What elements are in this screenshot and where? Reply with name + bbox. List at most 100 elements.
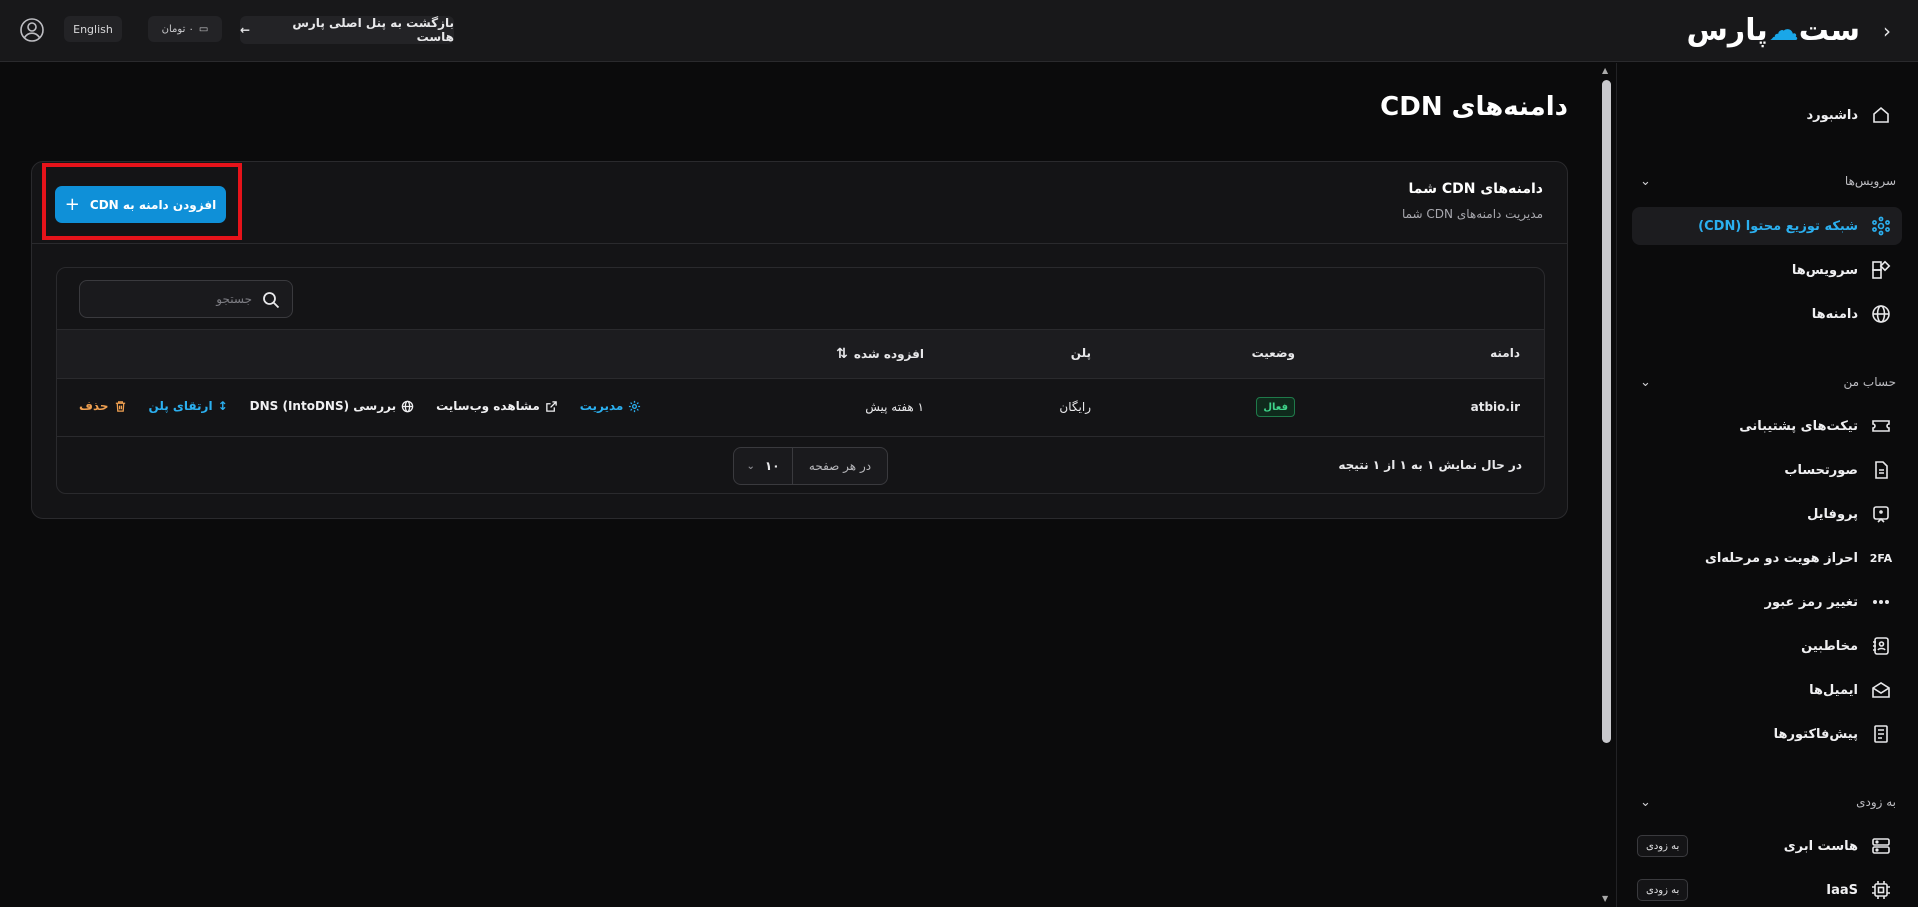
- table-footer: در حال نمایش ۱ به ۱ از ۱ نتیجه در هر صفح…: [57, 437, 1544, 493]
- sidebar-item-label: پروفایل: [1807, 506, 1858, 522]
- cell-added: ۱ هفته پیش: [865, 400, 924, 414]
- per-page-number: ۱۰: [764, 459, 780, 473]
- cdn-icon: [1870, 215, 1892, 237]
- column-header-domain[interactable]: دامنه: [1490, 346, 1520, 360]
- sidebar-item-contacts[interactable]: مخاطبین: [1632, 627, 1902, 665]
- cloud-icon: ☁: [1768, 12, 1799, 48]
- cell-domain[interactable]: atbio.ir: [1471, 400, 1520, 414]
- logo-text-main: پارس: [1686, 12, 1769, 48]
- sidebar-item-invoices[interactable]: صورتحساب: [1632, 451, 1902, 489]
- sidebar-item-tickets[interactable]: تیکت‌های پشتیبانی: [1632, 407, 1902, 445]
- home-icon: [1870, 104, 1892, 126]
- proforma-icon: [1870, 723, 1892, 745]
- chevron-down-icon: ⌄: [746, 460, 755, 472]
- top-bar: › پارس ☁ ست بازگشت به پنل اصلی پارس هاست ←…: [0, 0, 1918, 62]
- sidebar-item-cdn[interactable]: شبکه توزیع محتوا (CDN): [1632, 207, 1902, 245]
- logo[interactable]: پارس ☁ ست: [1686, 10, 1861, 50]
- manage-label: مدیریت: [579, 399, 624, 413]
- search-icon: [263, 292, 280, 309]
- highlight-annotation-box: [42, 163, 242, 240]
- sidebar-item-profile[interactable]: پروفایل: [1632, 495, 1902, 533]
- table-header: دامنه وضعیت پلن افزوده شده ⇅: [57, 329, 1544, 379]
- arrow-left-icon: ←: [240, 23, 251, 37]
- section-label: به زودی: [1856, 795, 1896, 809]
- results-summary: در حال نمایش ۱ به ۱ از ۱ نتیجه: [1338, 458, 1522, 472]
- language-switch-button[interactable]: English: [64, 16, 122, 42]
- sidebar-item-label: دامنه‌ها: [1811, 306, 1858, 322]
- user-account-icon[interactable]: [19, 17, 45, 43]
- invoice-icon: [1870, 459, 1892, 481]
- sidebar-item-label: پیش‌فاکتورها: [1773, 726, 1858, 742]
- column-header-added-label: افزوده شده: [853, 347, 924, 361]
- coming-soon-badge: به زودی: [1637, 879, 1689, 901]
- updown-arrow-icon: ↕: [217, 399, 228, 413]
- sort-icon[interactable]: ⇅: [836, 346, 848, 362]
- sidebar-item-label: داشبورد: [1806, 107, 1858, 123]
- password-icon: [1870, 591, 1892, 613]
- scrollbar-thumb[interactable]: [1602, 80, 1611, 743]
- sidebar-item-change-password[interactable]: تغییر رمز عبور: [1632, 583, 1902, 621]
- delete-link[interactable]: حذف: [79, 399, 127, 413]
- sidebar-item-emails[interactable]: ایمیل‌ها: [1632, 671, 1902, 709]
- gear-icon: [629, 400, 641, 412]
- scroll-up-arrow-icon[interactable]: ▲: [1602, 66, 1608, 75]
- sidebar-item-label: شبکه توزیع محتوا (CDN): [1698, 218, 1858, 234]
- sidebar-item-dashboard[interactable]: داشبورد: [1632, 96, 1902, 134]
- section-header-soon[interactable]: به زودی ⌄: [1634, 790, 1896, 814]
- card-header: دامنه‌های CDN شما مدیریت دامنه‌های CDN ش…: [32, 162, 1567, 244]
- sidebar-item-label: ایمیل‌ها: [1809, 682, 1858, 698]
- view-website-link[interactable]: مشاهده وب‌سایت: [436, 399, 558, 413]
- back-to-main-panel-button[interactable]: بازگشت به پنل اصلی پارس هاست ←: [240, 16, 454, 44]
- sidebar-item-services[interactable]: سرویس‌ها: [1632, 251, 1902, 289]
- logo-text-tail: ست: [1798, 12, 1861, 48]
- sidebar-item-proforma[interactable]: پیش‌فاکتورها: [1632, 715, 1902, 753]
- domains-table: جستجو دامنه وضعیت پلن افزوده شده ⇅ atbio…: [56, 267, 1545, 494]
- page-title: دامنه‌های CDN: [1380, 92, 1568, 122]
- sidebar-item-domains[interactable]: دامنه‌ها: [1632, 295, 1902, 333]
- contacts-icon: [1870, 635, 1892, 657]
- 2fa-icon: 2FA: [1869, 551, 1893, 565]
- section-label: سرویس‌ها: [1844, 174, 1896, 188]
- scroll-down-arrow-icon[interactable]: ▼: [1602, 894, 1608, 903]
- dns-check-label: بررسی DNS (IntoDNS): [249, 399, 397, 413]
- wallet-icon: ▭: [198, 23, 209, 35]
- per-page-label: در هر صفحه: [792, 448, 887, 484]
- column-header-status[interactable]: وضعیت: [1252, 346, 1295, 360]
- sidebar-item-label: تغییر رمز عبور: [1764, 594, 1858, 610]
- column-header-plan[interactable]: پلن: [1071, 346, 1091, 360]
- server-icon: [1870, 835, 1892, 857]
- sidebar-item-label: احراز هویت دو مرحله‌ای: [1704, 550, 1858, 566]
- services-icon: [1870, 259, 1892, 281]
- search-placeholder: جستجو: [216, 292, 252, 306]
- sidebar-item-label: مخاطبین: [1801, 638, 1858, 654]
- coming-soon-badge: به زودی: [1637, 835, 1689, 857]
- manage-link[interactable]: مدیریت: [580, 399, 642, 413]
- column-header-added[interactable]: افزوده شده ⇅: [836, 346, 924, 362]
- upgrade-plan-label: ارتقای پلن: [148, 399, 213, 413]
- delete-label: حذف: [79, 399, 109, 413]
- search-input[interactable]: جستجو: [79, 280, 293, 318]
- sidebar-item-2fa[interactable]: 2FA احراز هویت دو مرحله‌ای: [1632, 539, 1902, 577]
- card-title: دامنه‌های CDN شما: [1408, 181, 1543, 197]
- back-label: بازگشت به پنل اصلی پارس هاست: [292, 16, 454, 44]
- view-website-label: مشاهده وب‌سایت: [436, 399, 540, 413]
- mail-icon: [1870, 679, 1892, 701]
- sidebar: داشبورد سرویس‌ها ⌄ شبکه توزیع محتوا (CDN…: [1616, 63, 1918, 907]
- per-page-select[interactable]: در هر صفحه ۱۰ ⌄: [733, 447, 888, 485]
- trash-icon: [115, 400, 125, 412]
- sidebar-item-label: تیکت‌های پشتیبانی: [1739, 418, 1858, 434]
- upgrade-plan-link[interactable]: ↕ ارتقای پلن: [149, 399, 228, 413]
- dns-check-link[interactable]: بررسی DNS (IntoDNS): [250, 399, 414, 413]
- sidebar-item-label: صورتحساب: [1784, 462, 1858, 478]
- collapse-chevron-icon[interactable]: ›: [1878, 20, 1896, 42]
- per-page-value[interactable]: ۱۰ ⌄: [734, 448, 792, 484]
- globe-icon: [1870, 303, 1892, 325]
- wallet-balance[interactable]: ▭ ۰ تومان: [148, 16, 222, 42]
- section-header-services[interactable]: سرویس‌ها ⌄: [1634, 169, 1896, 193]
- chevron-down-icon: ⌄: [1640, 173, 1651, 189]
- section-header-account[interactable]: حساب من ⌄: [1634, 370, 1896, 394]
- chip-icon: [1870, 879, 1892, 901]
- card-subtitle: مدیریت دامنه‌های CDN شما: [1401, 207, 1543, 221]
- chevron-down-icon: ⌄: [1640, 794, 1651, 810]
- status-badge: فعال: [1256, 397, 1295, 417]
